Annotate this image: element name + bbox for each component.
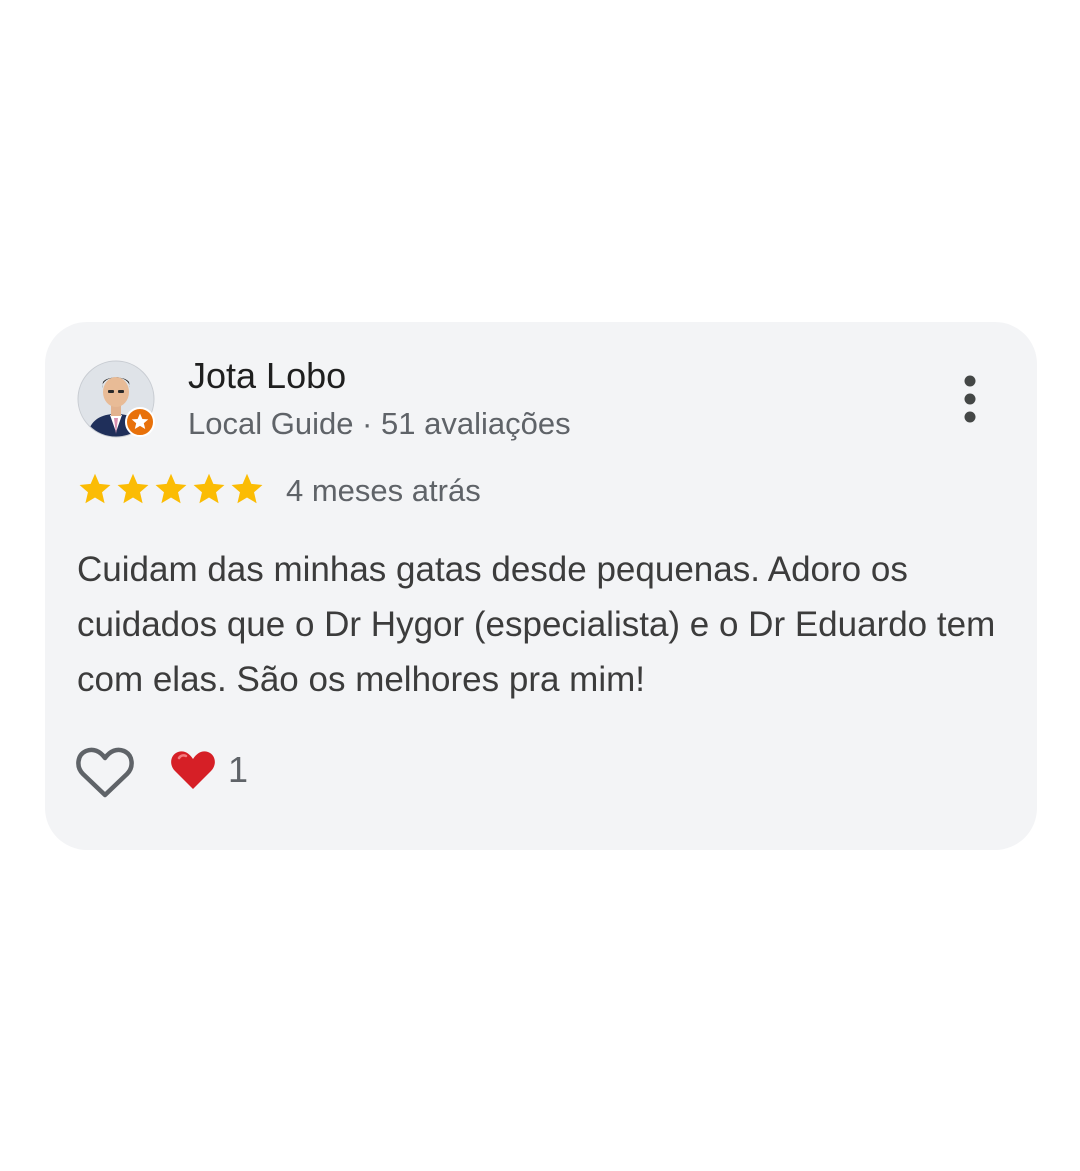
star-rating (77, 471, 265, 507)
more-vert-icon[interactable] (955, 372, 985, 426)
review-text: Cuidam das minhas gatas desde pequenas. … (77, 550, 996, 699)
red-heart-icon (171, 751, 215, 789)
star-icon (117, 473, 149, 504)
star-icon (231, 473, 263, 504)
star-icon (79, 473, 111, 504)
reaction-count: 1 (228, 749, 249, 790)
star-icon (193, 473, 225, 504)
review-time: 4 meses atrás (286, 473, 481, 508)
author-name[interactable]: Jota Lobo (188, 356, 346, 396)
author-meta: Local Guide · 51 avaliações (188, 406, 571, 441)
star-icon (155, 473, 187, 504)
review-card: Jota Lobo Local Guide · 51 avaliações 4 … (45, 322, 1037, 850)
avatar[interactable] (77, 360, 155, 438)
heart-outline-icon[interactable] (75, 745, 135, 801)
local-guide-star-badge-icon (125, 407, 155, 437)
reaction-chip[interactable]: 1 (170, 748, 248, 792)
